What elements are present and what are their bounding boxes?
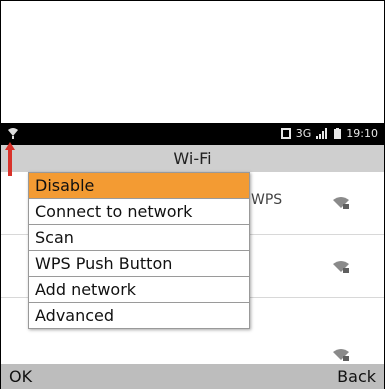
network-type: 3G (295, 127, 312, 140)
menu-item-connect-to-network[interactable]: Connect to network (29, 198, 249, 224)
signal-strength-icon (316, 128, 328, 139)
network-row-label: WPS (251, 192, 283, 208)
wifi-locked-icon (333, 349, 349, 361)
title-bar: Wi-Fi (1, 145, 384, 172)
wifi-signal-icon (8, 128, 18, 139)
wifi-locked-icon (333, 261, 349, 273)
menu-item-add-network[interactable]: Add network (29, 276, 249, 302)
ok-softkey[interactable]: OK (9, 367, 32, 386)
options-menu: Disable Connect to network Scan WPS Push… (28, 172, 250, 329)
sim-card-icon (280, 128, 291, 139)
red-arrow-icon (5, 142, 15, 176)
status-bar: 3G 19:10 (1, 123, 384, 145)
battery-icon (334, 128, 342, 139)
menu-item-scan[interactable]: Scan (29, 224, 249, 250)
menu-item-advanced[interactable]: Advanced (29, 302, 249, 328)
wifi-locked-icon (333, 197, 349, 209)
menu-item-wps-push-button[interactable]: WPS Push Button (29, 250, 249, 276)
page-title: Wi-Fi (173, 149, 212, 168)
back-softkey[interactable]: Back (337, 367, 376, 386)
menu-item-disable[interactable]: Disable (29, 173, 249, 198)
clock: 19:10 (346, 127, 378, 140)
softkey-bar: OK Back (1, 364, 384, 389)
